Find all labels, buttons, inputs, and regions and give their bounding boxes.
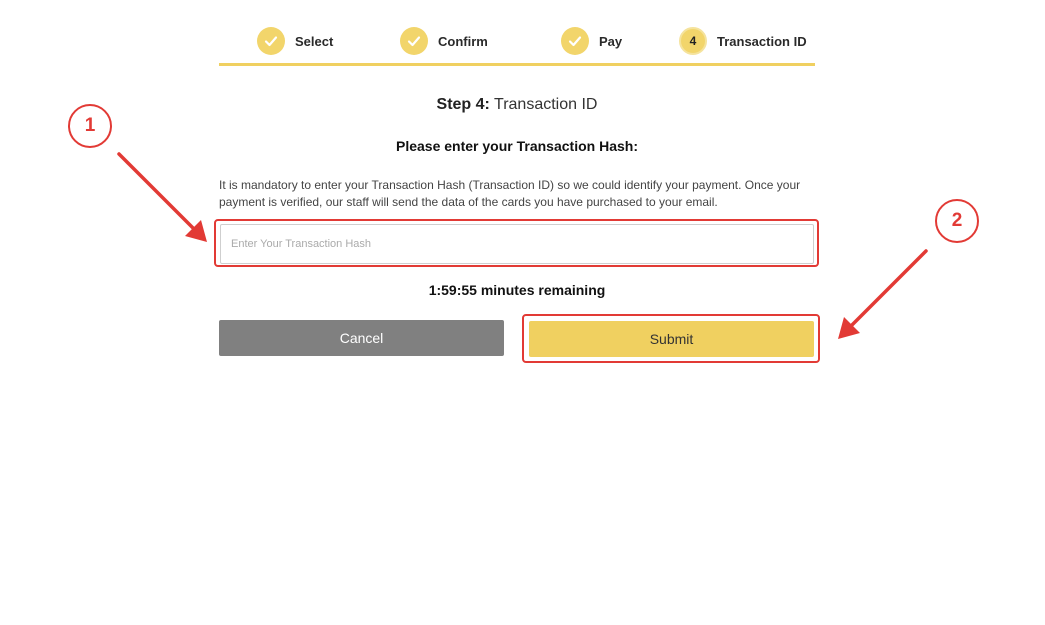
annotation-arrow-2 [838,249,928,339]
annotation-arrows [117,152,928,339]
annotation-arrow-1 [117,152,207,242]
